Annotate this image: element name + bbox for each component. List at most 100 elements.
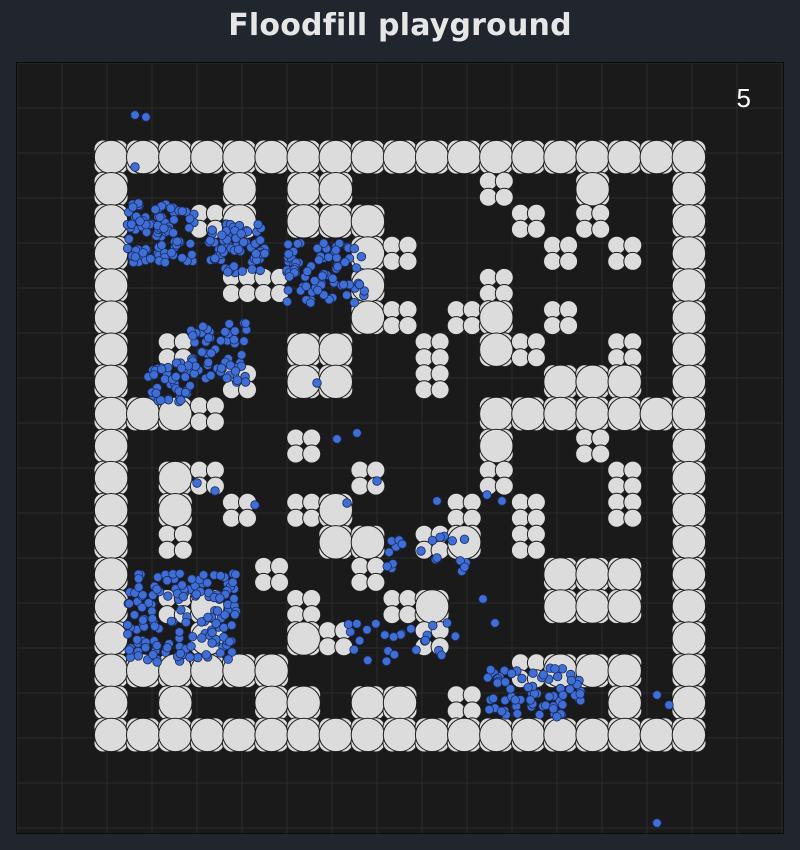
wall-blob	[93, 717, 129, 753]
wall-blob	[286, 621, 321, 656]
floodfill-app: Floodfill playground 5	[0, 0, 800, 850]
particle	[652, 818, 662, 828]
wall-blob	[93, 460, 129, 496]
wall-bump	[286, 589, 306, 608]
wall-bump	[270, 556, 290, 576]
wall-bump	[575, 444, 595, 464]
particle	[152, 584, 162, 594]
wall-bump	[350, 572, 370, 592]
playground-canvas[interactable]: 5	[16, 62, 784, 834]
particle	[313, 285, 323, 296]
wall-bump	[543, 251, 562, 271]
wall-bump	[205, 412, 225, 432]
wall-blob	[607, 653, 642, 688]
particle	[349, 645, 359, 655]
particle	[141, 227, 152, 238]
particle	[152, 640, 162, 651]
wall-blob	[350, 717, 386, 753]
particle	[512, 709, 523, 719]
particle	[123, 629, 133, 639]
wall-bump	[205, 396, 225, 416]
particle	[126, 219, 137, 230]
wall-blob	[607, 396, 642, 432]
wall-bump	[189, 412, 209, 432]
wall-bump	[430, 332, 450, 352]
particle	[538, 670, 549, 680]
particle	[389, 649, 400, 660]
wall-bump	[382, 235, 402, 255]
particle	[166, 616, 177, 627]
particle	[215, 648, 226, 658]
particle	[205, 235, 215, 246]
particle	[203, 357, 214, 368]
wall-bump	[591, 444, 611, 464]
particle	[230, 326, 240, 336]
wall-bump	[494, 187, 514, 207]
particle	[283, 249, 294, 259]
particle	[191, 589, 202, 600]
wall-bump	[526, 492, 546, 512]
particle	[202, 578, 213, 588]
wall-blob	[543, 139, 578, 175]
wall-blob	[93, 172, 129, 207]
particle	[483, 673, 493, 683]
particle	[352, 619, 362, 629]
particle	[229, 594, 239, 604]
wall-bump	[302, 492, 322, 512]
wall-blob	[382, 685, 418, 720]
particle	[312, 378, 322, 388]
wall-bump	[334, 637, 354, 657]
wall-bump	[398, 251, 418, 271]
particle	[309, 276, 320, 286]
wall-bump	[607, 332, 627, 352]
wall-blob	[671, 685, 707, 720]
wall-blob	[479, 396, 514, 432]
particle	[129, 610, 140, 620]
wall-blob	[607, 364, 642, 399]
particle	[544, 691, 554, 702]
wall-blob	[575, 396, 610, 432]
particle	[240, 377, 251, 387]
particle	[293, 239, 303, 249]
wall-bump	[205, 460, 225, 480]
particle	[230, 569, 241, 580]
particle	[342, 498, 352, 508]
particle	[230, 366, 241, 376]
step-counter: 5	[736, 83, 751, 113]
particle	[145, 254, 156, 264]
particle	[203, 612, 213, 623]
wall-blob	[671, 589, 707, 624]
particle	[165, 203, 176, 213]
particle	[333, 262, 343, 272]
wall-blob	[479, 139, 514, 175]
wall-blob	[639, 139, 674, 175]
wall-bump	[173, 540, 193, 560]
wall-blob	[607, 685, 642, 720]
wall-blob	[671, 204, 707, 239]
wall-blob	[607, 139, 642, 175]
particle	[177, 253, 187, 263]
wall-bump	[526, 219, 546, 239]
particle	[301, 281, 311, 292]
wall-bump	[462, 701, 482, 721]
wall-blob	[671, 525, 707, 560]
wall-blob	[511, 396, 546, 432]
wall-bump	[623, 332, 643, 352]
wall-bump	[254, 556, 274, 576]
particle	[197, 633, 207, 643]
particle	[323, 252, 334, 263]
particle	[565, 684, 575, 694]
particle	[206, 348, 216, 358]
particle	[552, 712, 562, 722]
wall-blob	[93, 428, 129, 464]
page-title: Floodfill playground	[228, 8, 572, 43]
wall-blob	[607, 557, 642, 592]
wall-bump	[157, 540, 177, 560]
wall-bump	[318, 637, 338, 657]
wall-blob	[575, 364, 610, 399]
particle	[219, 623, 229, 633]
wall-blob	[93, 396, 129, 432]
wall-bump	[543, 316, 562, 336]
maze-svg[interactable]	[17, 63, 783, 833]
particle	[459, 534, 470, 545]
